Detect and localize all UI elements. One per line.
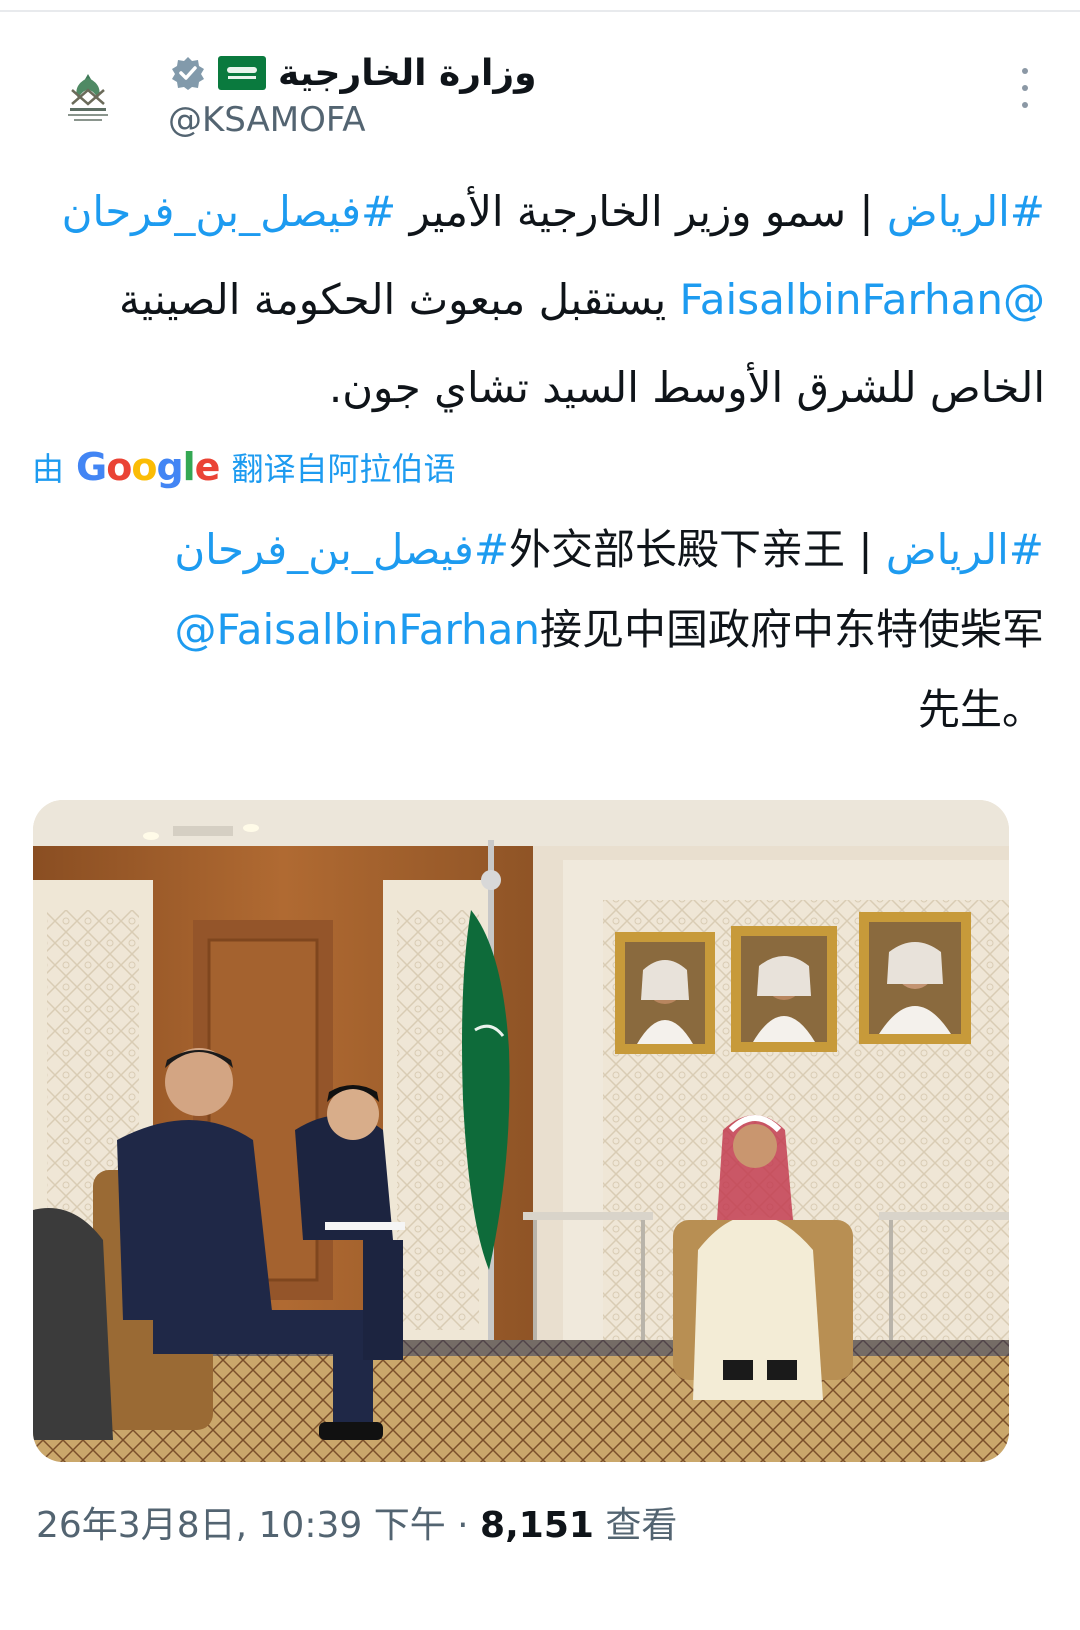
hashtag-riyadh-translated[interactable]: #الرياض — [886, 525, 1044, 574]
translated-by-google[interactable]: 由 Google 翻译自阿拉伯语 — [32, 444, 455, 490]
translated-suffix: 翻译自阿拉伯语 — [231, 450, 456, 488]
ministry-emblem-icon — [68, 74, 108, 121]
meta-separator: · — [445, 1505, 481, 1546]
tweet-text-arabic: #الرياض | سمو وزير الخارجية الأمير #فيصل… — [40, 168, 1045, 432]
tweet-photo[interactable] — [33, 800, 1009, 1462]
mention-faisalbinfarhan-translated[interactable]: @FaisalbinFarhan — [174, 605, 540, 654]
tweet-zh-text-2: 接见中国政府中东特使柴军 — [539, 605, 1044, 654]
more-options-button[interactable] — [1012, 68, 1038, 108]
hashtag-faisal-bin-farhan-translated[interactable]: #فيصل_بن_فرحان — [174, 525, 509, 574]
tweet-ar-line-2: @FaisalbinFarhan يستقبل مبعوث الحكومة ال… — [40, 256, 1045, 344]
hashtag-faisal-bin-farhan[interactable]: #فيصل_بن_فرحان — [62, 187, 397, 236]
top-divider — [0, 10, 1080, 12]
tweet-zh-separator: | — [845, 525, 886, 574]
views-count[interactable]: 8,151 — [480, 1505, 594, 1546]
tweet-zh-line-3: 先生。 — [917, 685, 1044, 734]
tweet-timestamp[interactable]: 26年3月8日, 10:39 下午 — [36, 1505, 446, 1546]
translated-prefix: 由 — [32, 450, 65, 488]
google-logo: Google — [76, 445, 220, 489]
avatar[interactable] — [48, 60, 128, 140]
mention-faisalbinfarhan[interactable]: @FaisalbinFarhan — [680, 275, 1046, 324]
verified-badge-icon — [172, 57, 204, 90]
account-handle[interactable]: @KSAMOFA — [168, 100, 366, 140]
tweet-ar-text-2: يستقبل مبعوث الحكومة الصينية — [118, 275, 680, 324]
views-label: 查看 — [593, 1505, 678, 1546]
tweet-text-translated: #فيصل_بن_فرحان外交部长殿下亲王 | #الرياض @Faisal… — [36, 510, 1044, 750]
display-name[interactable]: وزارة الخارجية — [278, 53, 536, 94]
tweet-meta: 26年3月8日, 10:39 下午 · 8,151 查看 — [36, 1496, 677, 1548]
tweet-zh-line-2: @FaisalbinFarhan接见中国政府中东特使柴军 — [36, 590, 1044, 670]
more-dots-icon — [1022, 68, 1028, 74]
saudi-flag-icon — [218, 56, 266, 90]
tweet-ar-text-1: | سمو وزير الخارجية الأمير — [396, 187, 887, 236]
portraits — [615, 912, 971, 1054]
name-row[interactable]: وزارة الخارجية — [170, 46, 536, 100]
tweet-zh-text-1: 外交部长殿下亲王 — [509, 525, 846, 574]
tweet-zh-line-1: #فيصل_بن_فرحان外交部长殿下亲王 | #الرياض — [36, 510, 1044, 590]
meeting-photo-image — [33, 800, 1009, 1462]
tweet-ar-line-3: الخاص للشرق الأوسط السيد تشاي جون. — [328, 363, 1045, 412]
hashtag-riyadh[interactable]: #الرياض — [887, 187, 1045, 236]
tweet-ar-line-1: #الرياض | سمو وزير الخارجية الأمير #فيصل… — [40, 168, 1045, 256]
